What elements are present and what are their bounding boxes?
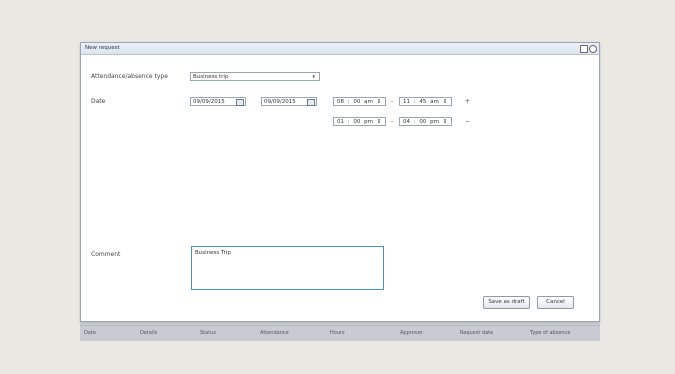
- date-to-value: 09/09/2015: [264, 99, 296, 105]
- start-time-value: 01 : 00 pm: [337, 119, 373, 125]
- calendar-icon[interactable]: [236, 99, 244, 106]
- maximize-icon[interactable]: [580, 45, 588, 53]
- bg-col: Type of absence: [530, 330, 571, 336]
- type-label: Attendance/absence type: [91, 73, 168, 80]
- date-to-input[interactable]: 09/09/2015: [261, 97, 317, 106]
- date-from-value: 09/09/2015: [193, 99, 225, 105]
- cancel-button[interactable]: Cancel: [537, 296, 574, 309]
- bg-col: Details: [140, 330, 158, 336]
- end-time-input[interactable]: 04 : 00 pm ⇕: [399, 117, 452, 126]
- date-label: Date: [91, 98, 106, 105]
- type-select-value: Business trip: [193, 74, 229, 80]
- type-select[interactable]: Business trip ▾: [190, 72, 320, 81]
- comment-label: Comment: [91, 251, 121, 258]
- time-separator: -: [391, 98, 394, 105]
- start-time-input[interactable]: 01 : 00 pm ⇕: [333, 117, 386, 126]
- chevron-down-icon[interactable]: ▾: [312, 73, 315, 82]
- dialog-titlebar[interactable]: New request: [81, 43, 599, 55]
- bg-col: Date: [84, 330, 96, 336]
- bg-col: Status: [200, 330, 216, 336]
- end-time-value: 04 : 00 pm: [403, 119, 439, 125]
- start-time-input[interactable]: 08 : 00 am ⇕: [333, 97, 386, 106]
- bg-col: Approver: [400, 330, 423, 336]
- bg-col: Attendance: [260, 330, 289, 336]
- calendar-icon[interactable]: [307, 99, 315, 106]
- date-from-input[interactable]: 09/09/2015: [190, 97, 246, 106]
- save-draft-button[interactable]: Save as draft: [483, 296, 530, 309]
- end-time-value: 11 : 45 am: [403, 99, 439, 105]
- bg-col: Request date: [460, 330, 494, 336]
- comment-textarea[interactable]: Business Trip: [191, 246, 384, 290]
- start-time-value: 08 : 00 am: [337, 99, 373, 105]
- bg-col: Hours: [330, 330, 345, 336]
- new-request-dialog: New request Attendance/absence type Busi…: [80, 42, 600, 322]
- close-icon[interactable]: [589, 45, 597, 53]
- dialog-title: New request: [85, 45, 120, 51]
- remove-time-icon[interactable]: −: [465, 118, 470, 125]
- add-time-icon[interactable]: +: [465, 98, 470, 105]
- background-table-header: Date Details Status Attendance Hours App…: [80, 325, 600, 341]
- time-separator: -: [391, 118, 394, 125]
- comment-value: Business Trip: [195, 250, 231, 256]
- end-time-input[interactable]: 11 : 45 am ⇕: [399, 97, 452, 106]
